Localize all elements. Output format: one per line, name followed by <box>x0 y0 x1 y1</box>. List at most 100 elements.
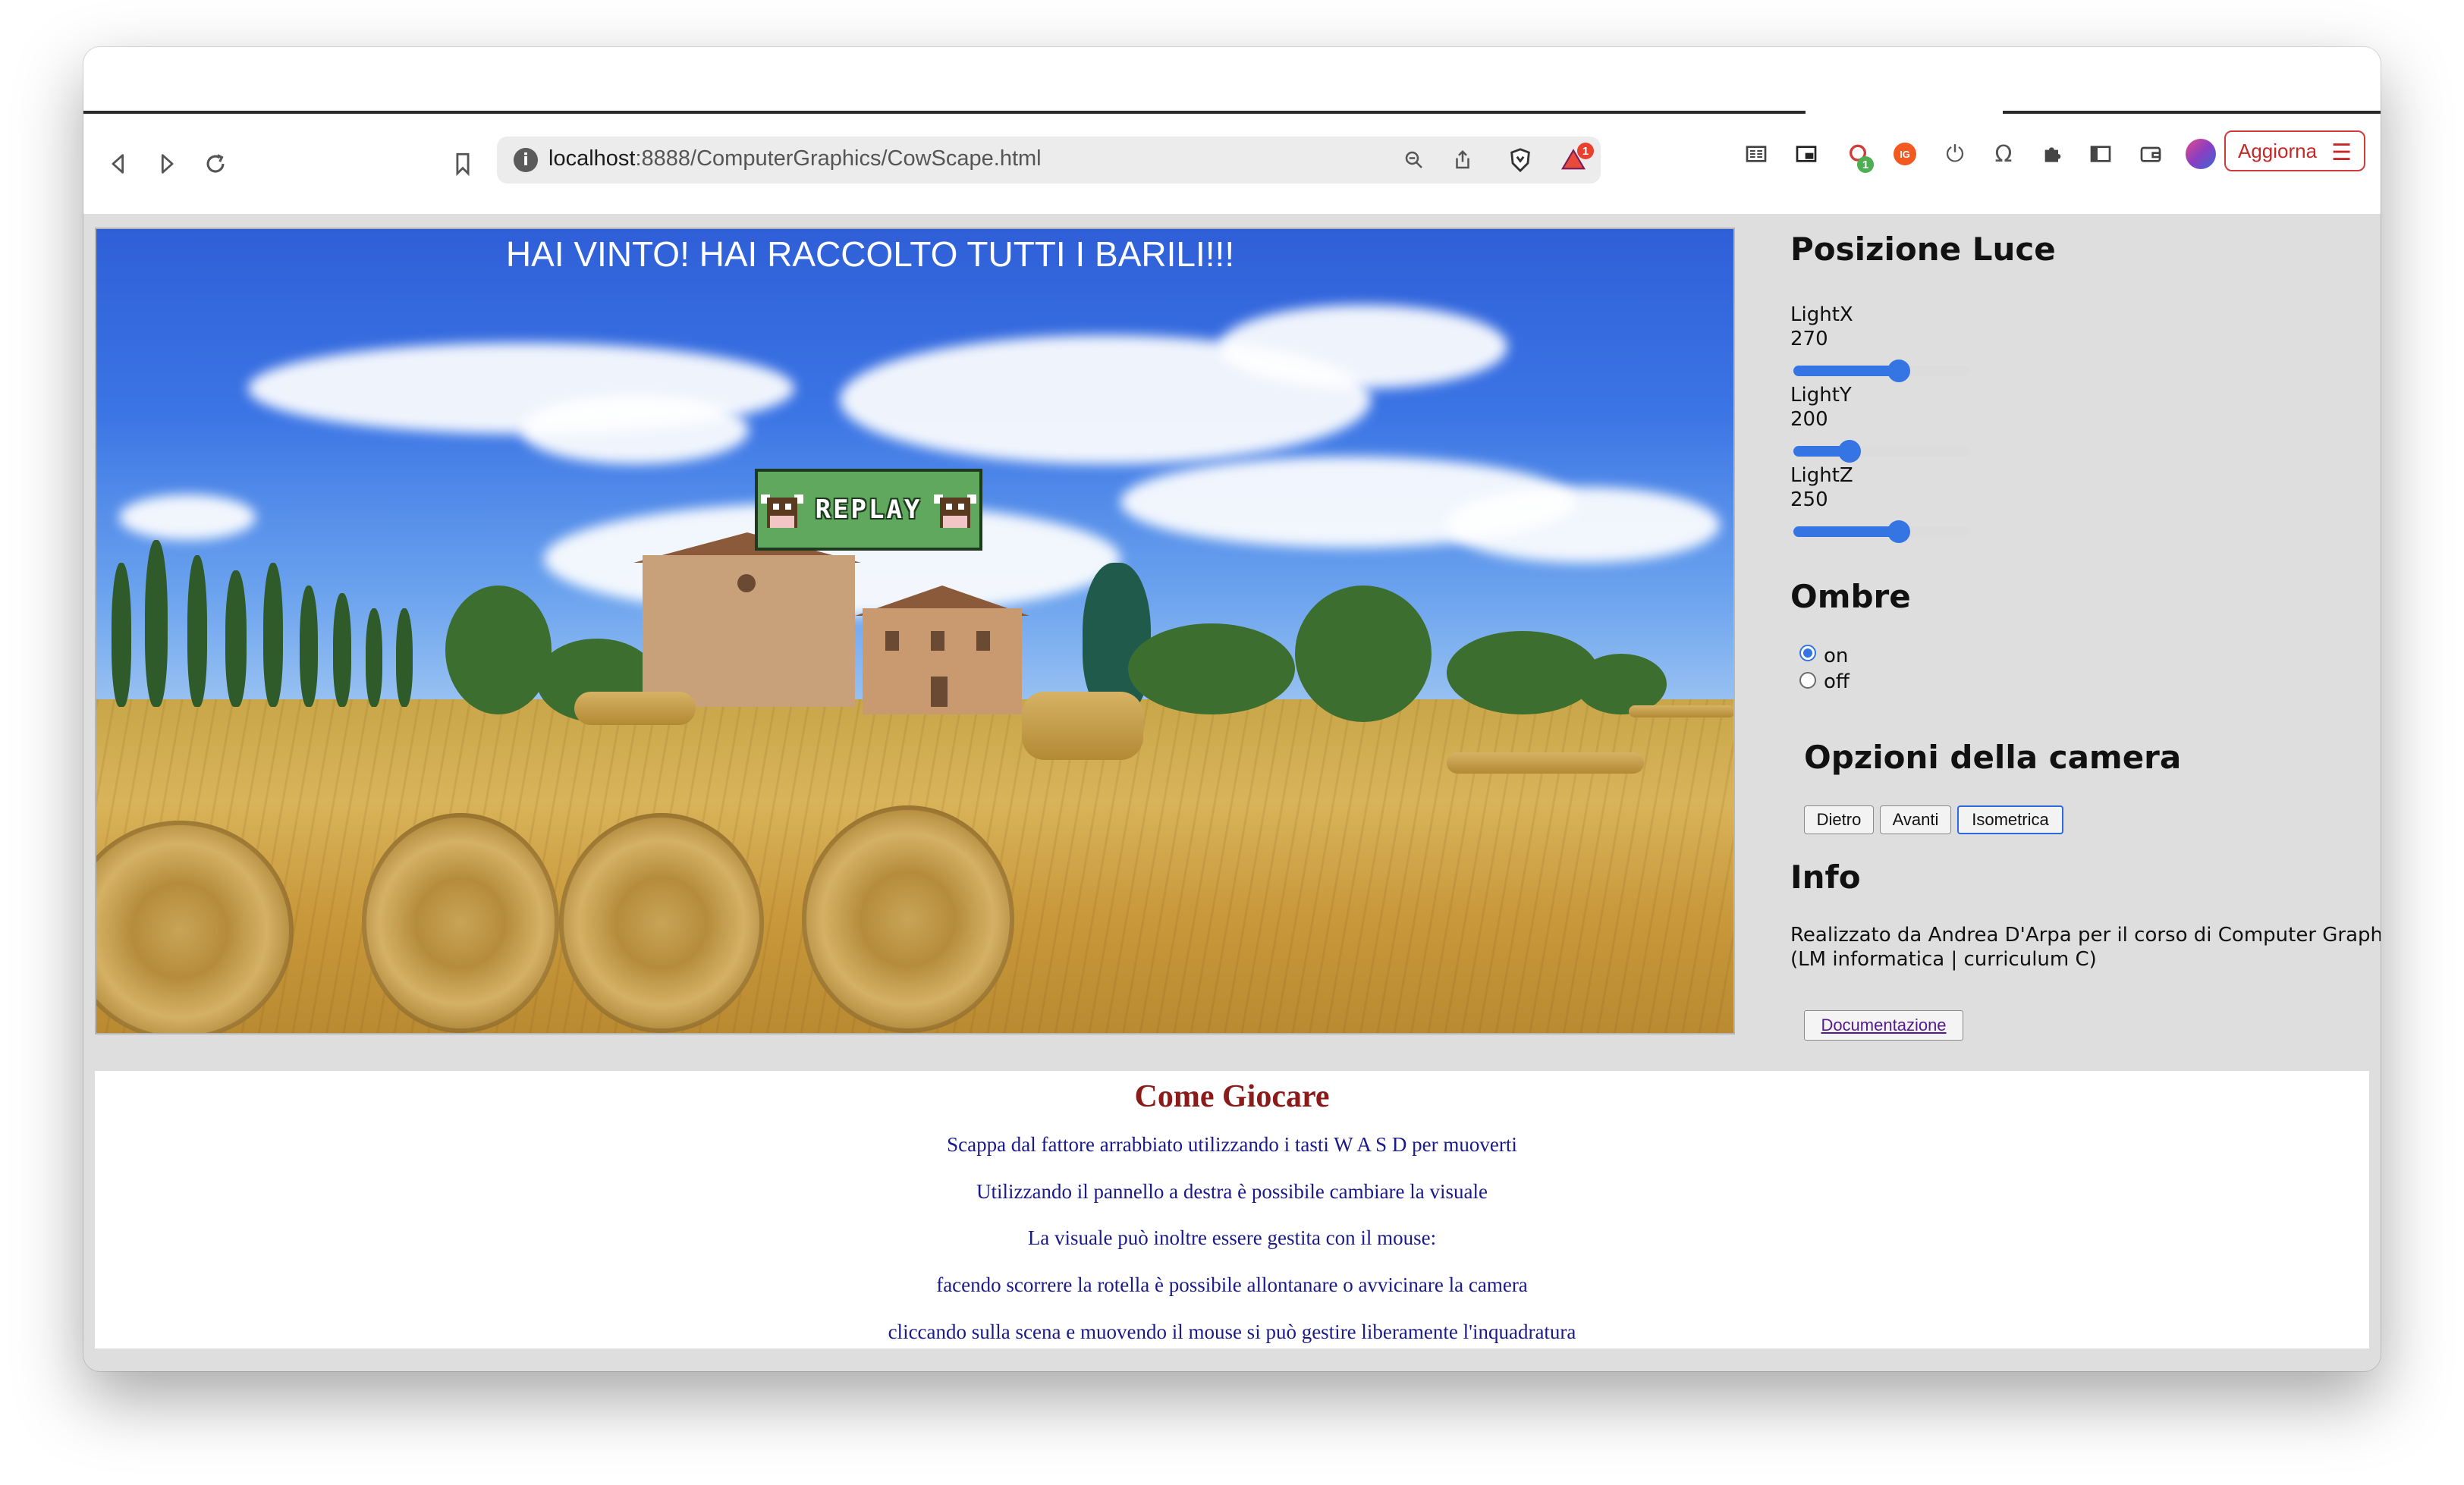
profile-avatar-icon[interactable] <box>2183 137 2218 171</box>
documentation-button[interactable]: Documentazione <box>1804 1010 1963 1041</box>
instruction-line: Scappa dal fattore arrabbiato utilizzand… <box>947 1133 1517 1156</box>
cloud <box>1219 305 1507 388</box>
hay-bale <box>1022 692 1143 760</box>
slider-thumb[interactable] <box>1887 359 1911 382</box>
instruction-line: facendo scorrere la rotella è possibile … <box>936 1273 1528 1296</box>
brave-rewards-icon[interactable]: 1 <box>1559 143 1594 174</box>
farmhouse-door <box>931 677 948 707</box>
bale-row <box>1447 752 1644 774</box>
bale-row <box>1629 705 1733 717</box>
sidebar-toggle-icon[interactable] <box>2083 137 2118 171</box>
tree <box>1295 586 1432 722</box>
lighty-value: 200 <box>1790 408 1828 431</box>
shadow-off-label: off <box>1824 670 1850 693</box>
url-text[interactable]: localhost:8888/ComputerGraphics/CowScape… <box>548 146 1042 171</box>
browser-window: i localhost:8888/ComputerGraphics/CowSca… <box>83 47 2381 1371</box>
lightz-slider[interactable] <box>1793 520 1969 543</box>
slider-thumb[interactable] <box>1887 520 1911 543</box>
slider-fill <box>1793 526 1900 537</box>
shadow-on-label: on <box>1824 645 1849 667</box>
cloud <box>521 396 749 464</box>
game-canvas[interactable]: HAI VINTO! HAI RACCOLTO TUTTI I BARILI!!… <box>95 228 1735 1034</box>
extension-counter-icon[interactable]: 1 <box>1840 137 1875 173</box>
info-title: Info <box>1790 859 1861 896</box>
site-info-icon[interactable]: i <box>514 148 538 172</box>
update-button[interactable]: Aggiorna ☰ <box>2224 130 2365 171</box>
control-panel: Posizione Luce LightX 270 LightY 200 Lig… <box>1790 214 2381 1048</box>
instruction-line: Utilizzando il pannello a destra è possi… <box>976 1180 1488 1203</box>
cypress-tree <box>187 555 207 707</box>
camera-front-button[interactable]: Avanti <box>1880 805 1951 834</box>
lighty-label: LightY <box>1790 384 1852 407</box>
slider-fill <box>1793 366 1900 376</box>
win-message: HAI VINTO! HAI RACCOLTO TUTTI I BARILI!!… <box>505 234 1235 274</box>
reload-icon[interactable] <box>197 146 234 182</box>
camera-back-button[interactable]: Dietro <box>1804 805 1874 834</box>
farmhouse-window <box>885 631 899 651</box>
lightz-value: 250 <box>1790 488 1828 511</box>
cypress-tree <box>263 563 283 707</box>
slider-thumb[interactable] <box>1838 440 1862 463</box>
how-to-play-section: Come Giocare Scappa dal fattore arrabbia… <box>95 1071 2369 1348</box>
lightx-value: 270 <box>1790 328 1828 350</box>
bush <box>1128 623 1295 714</box>
shadow-off-radio[interactable] <box>1799 672 1816 689</box>
brave-alert-badge: 1 <box>1577 143 1594 159</box>
shadows-title: Ombre <box>1790 578 1911 615</box>
cypress-tree <box>333 593 351 707</box>
browser-toolbar: i localhost:8888/ComputerGraphics/CowSca… <box>83 114 2381 214</box>
camera-isometric-button[interactable]: Isometrica <box>1957 805 2063 834</box>
lightx-label: LightX <box>1790 303 1853 326</box>
camera-button-group: Dietro Avanti Isometrica <box>1804 805 2107 836</box>
ig-extension-icon[interactable]: IG <box>1887 137 1922 171</box>
menu-icon[interactable]: ☰ <box>2331 140 2352 166</box>
update-button-label: Aggiorna <box>2238 139 2318 162</box>
back-icon[interactable] <box>100 146 137 182</box>
wallet-icon[interactable] <box>2133 137 2168 171</box>
reader-mode-icon[interactable] <box>1739 137 1774 171</box>
small-bale <box>574 692 696 725</box>
bookmark-icon[interactable] <box>445 146 481 182</box>
tab-active[interactable] <box>1806 108 2003 114</box>
cypress-tree <box>145 540 168 707</box>
page-viewport: HAI VINTO! HAI RACCOLTO TUTTI I BARILI!!… <box>83 214 2381 1371</box>
instruction-line: La visuale può inoltre essere gestita co… <box>1027 1226 1437 1249</box>
instruction-line: cliccando sulla scena e muovendo il mous… <box>888 1320 1576 1343</box>
hay-bale <box>559 813 764 1033</box>
picture-in-picture-icon[interactable] <box>1789 137 1824 171</box>
share-icon[interactable] <box>1448 146 1477 174</box>
tab-strip <box>83 47 2381 114</box>
hay-bale <box>802 805 1014 1033</box>
replay-button[interactable]: REPLAY <box>755 469 982 551</box>
tree <box>445 586 552 714</box>
farmhouse-window <box>931 631 944 651</box>
how-to-play-title: Come Giocare <box>1134 1079 1330 1114</box>
brave-shield-icon[interactable] <box>1506 146 1535 174</box>
zoom-icon[interactable] <box>1400 146 1428 174</box>
address-bar[interactable]: i localhost:8888/ComputerGraphics/CowSca… <box>497 137 1601 184</box>
light-title: Posizione Luce <box>1790 231 2056 268</box>
cloud <box>119 494 256 540</box>
cloud <box>1447 487 1720 563</box>
shadow-on-radio[interactable] <box>1799 645 1816 661</box>
lightz-label: LightZ <box>1790 464 1853 487</box>
bush <box>1447 631 1598 714</box>
forward-icon[interactable] <box>149 146 185 182</box>
extensions-puzzle-icon[interactable] <box>2035 137 2070 171</box>
cow-icon <box>934 494 976 528</box>
hay-bale <box>362 813 559 1033</box>
cow-icon <box>761 494 803 528</box>
cypress-tree <box>112 563 131 707</box>
cypress-tree <box>225 570 247 707</box>
lightx-slider[interactable] <box>1793 359 1969 382</box>
power-icon[interactable]: ⏻ <box>1938 137 1972 171</box>
omega-icon[interactable]: Ω <box>1986 137 2021 171</box>
extension-count-badge: 1 <box>1857 156 1874 173</box>
cypress-tree <box>366 608 382 707</box>
cypress-tree <box>396 608 413 707</box>
lighty-slider[interactable] <box>1793 440 1969 463</box>
camera-title: Opzioni della camera <box>1804 739 2182 776</box>
replay-label: REPLAY <box>815 494 922 525</box>
info-text: Realizzato da Andrea D'Arpa per il corso… <box>1790 924 2381 947</box>
farmhouse-window <box>737 574 756 592</box>
